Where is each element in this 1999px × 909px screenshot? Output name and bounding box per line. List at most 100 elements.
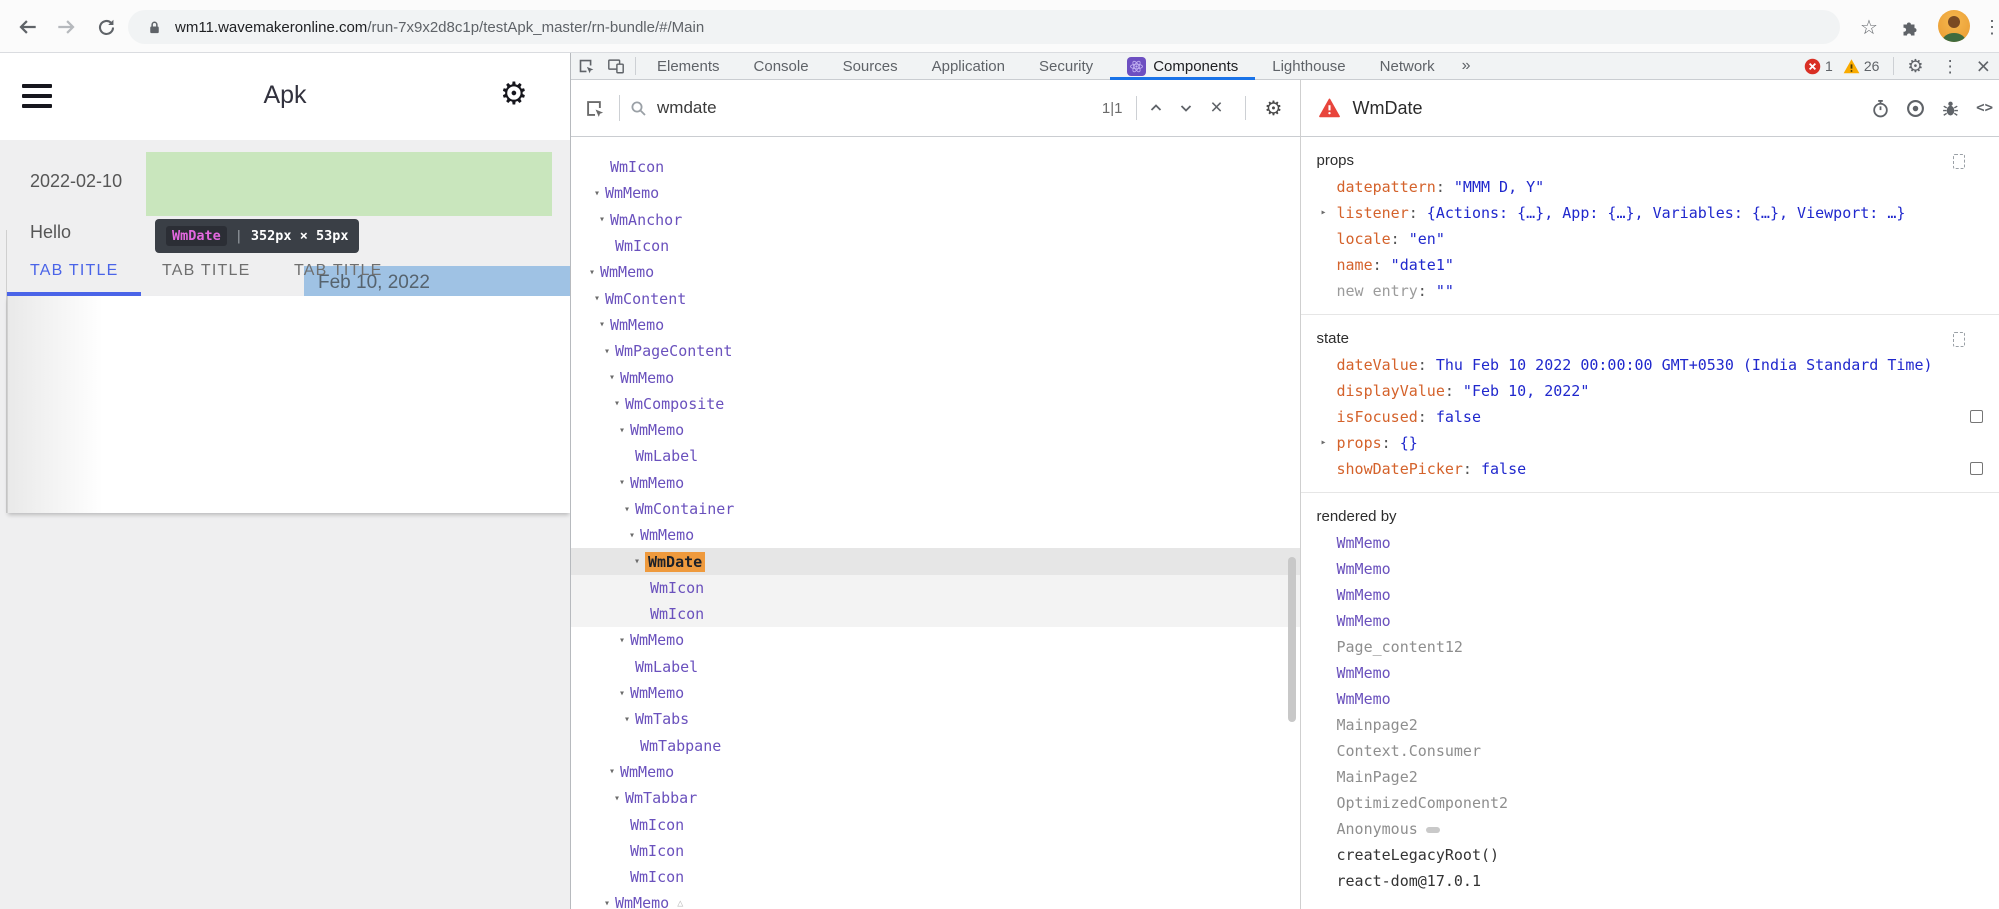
tree-row-wmicon-25[interactable]: WmIcon: [571, 811, 1300, 837]
boolean-checkbox[interactable]: [1970, 410, 1983, 423]
tree-row-wmmemo-18[interactable]: ▾WmMemo: [571, 627, 1300, 653]
prop-value[interactable]: "": [1436, 282, 1454, 300]
prop-value[interactable]: "en": [1409, 230, 1445, 248]
tree-row-wmmemo-28[interactable]: ▾WmMemo△: [571, 890, 1300, 909]
warning-icon[interactable]: [1843, 58, 1860, 75]
tree-expand-arrow-icon[interactable]: ▾: [614, 477, 630, 488]
extensions-puzzle-icon[interactable]: [1895, 13, 1923, 41]
prop-value[interactable]: {}: [1400, 434, 1418, 452]
devtools-tab-network[interactable]: Network: [1363, 53, 1452, 80]
devtools-tab-elements[interactable]: Elements: [640, 53, 737, 80]
prop-key[interactable]: showDatePicker: [1336, 460, 1462, 478]
forward-icon[interactable]: [52, 13, 80, 41]
tree-row-wmdate-15[interactable]: ▾WmDate: [571, 548, 1300, 574]
rendered-by-item[interactable]: WmMemo: [1301, 660, 1999, 686]
prop-key[interactable]: props: [1336, 434, 1381, 452]
inspect-dom-eye-icon[interactable]: [1906, 99, 1925, 118]
search-input[interactable]: wmdate: [657, 98, 1102, 118]
boolean-checkbox[interactable]: [1970, 462, 1983, 475]
tree-row-wmmemo-14[interactable]: ▾WmMemo: [571, 522, 1300, 548]
tree-row-wmicon-0[interactable]: WmIcon: [571, 154, 1300, 180]
tree-expand-arrow-icon[interactable]: ▾: [599, 898, 615, 909]
tree-row-wmicon-17[interactable]: WmIcon: [571, 601, 1300, 627]
tree-expand-arrow-icon[interactable]: ▾: [589, 188, 605, 199]
tree-row-wmmemo-1[interactable]: ▾WmMemo: [571, 180, 1300, 206]
next-match-chevron-down-icon[interactable]: [1171, 95, 1201, 121]
bookmark-star-icon[interactable]: ☆: [1855, 13, 1883, 41]
tree-row-wmicon-27[interactable]: WmIcon: [571, 864, 1300, 890]
reload-icon[interactable]: [92, 13, 120, 41]
tree-scrollbar[interactable]: [1288, 557, 1296, 722]
more-tabs-chevron[interactable]: »: [1452, 57, 1481, 75]
tree-expand-arrow-icon[interactable]: ▾: [629, 556, 645, 567]
tree-expand-arrow-icon[interactable]: ▾: [619, 504, 635, 515]
devtools-menu-icon[interactable]: ⋮: [1933, 58, 1968, 75]
prop-value[interactable]: {Actions: {…}, App: {…}, Variables: {…},…: [1427, 204, 1906, 222]
prop-key[interactable]: listener: [1336, 204, 1408, 222]
tree-expand-arrow-icon[interactable]: ▾: [584, 267, 600, 278]
prop-key[interactable]: new entry: [1336, 282, 1417, 300]
tree-row-wmpagecontent-7[interactable]: ▾WmPageContent: [571, 338, 1300, 364]
components-inspect-icon[interactable]: [579, 95, 609, 121]
prop-value[interactable]: "date1": [1391, 256, 1454, 274]
prop-value[interactable]: "MMM D, Y": [1454, 178, 1544, 196]
rendered-by-item[interactable]: WmMemo: [1301, 608, 1999, 634]
back-icon[interactable]: [14, 13, 42, 41]
tree-row-wmicon-16[interactable]: WmIcon: [571, 575, 1300, 601]
components-settings-gear-icon[interactable]: ⚙: [1258, 95, 1288, 121]
tree-expand-arrow-icon[interactable]: ▾: [614, 425, 630, 436]
tree-expand-arrow-icon[interactable]: ▾: [594, 214, 610, 225]
tree-row-wmmemo-10[interactable]: ▾WmMemo: [571, 417, 1300, 443]
rendered-by-item[interactable]: WmMemo: [1301, 686, 1999, 712]
error-icon[interactable]: [1804, 58, 1821, 75]
devtools-tab-components[interactable]: Components: [1110, 53, 1255, 80]
expand-arrow-icon[interactable]: ▸: [1320, 430, 1326, 456]
rendered-by-item[interactable]: WmMemo: [1301, 582, 1999, 608]
devtools-tab-lighthouse[interactable]: Lighthouse: [1255, 53, 1362, 80]
devtools-tab-application[interactable]: Application: [915, 53, 1022, 80]
tree-row-wmlabel-11[interactable]: WmLabel: [571, 443, 1300, 469]
rendered-by-item[interactable]: WmMemo: [1301, 556, 1999, 582]
prop-key[interactable]: isFocused: [1336, 408, 1417, 426]
tree-expand-arrow-icon[interactable]: ▾: [614, 688, 630, 699]
suspense-timer-icon[interactable]: [1871, 99, 1890, 118]
preview-tab-2[interactable]: TAB TITLE: [162, 262, 264, 296]
tree-row-wmmemo-20[interactable]: ▾WmMemo: [571, 680, 1300, 706]
tree-row-wmtabpane-22[interactable]: WmTabpane: [571, 733, 1300, 759]
devtools-tab-security[interactable]: Security: [1022, 53, 1110, 80]
copy-to-clipboard-icon[interactable]: [1953, 332, 1965, 347]
tree-row-wmcontainer-13[interactable]: ▾WmContainer: [571, 496, 1300, 522]
tree-row-wmicon-26[interactable]: WmIcon: [571, 838, 1300, 864]
tree-row-wmanchor-2[interactable]: ▾WmAnchor: [571, 207, 1300, 233]
devtools-settings-gear-icon[interactable]: ⚙: [1898, 57, 1932, 75]
tree-expand-arrow-icon[interactable]: ▾: [609, 793, 625, 804]
tree-row-wmmemo-23[interactable]: ▾WmMemo: [571, 759, 1300, 785]
tree-expand-arrow-icon[interactable]: ▾: [604, 372, 620, 383]
rendered-by-item[interactable]: WmMemo: [1301, 530, 1999, 556]
tree-row-wmmemo-4[interactable]: ▾WmMemo: [571, 259, 1300, 285]
prop-key[interactable]: locale: [1336, 230, 1390, 248]
url-bar[interactable]: wm11.wavemakeronline.com/run-7x9x2d8c1p/…: [128, 10, 1840, 44]
tree-row-wmmemo-12[interactable]: ▾WmMemo: [571, 470, 1300, 496]
tree-expand-arrow-icon[interactable]: ▾: [624, 530, 640, 541]
tree-row-wmmemo-8[interactable]: ▾WmMemo: [571, 364, 1300, 390]
inspect-element-icon[interactable]: [571, 53, 601, 79]
tree-expand-arrow-icon[interactable]: ▾: [594, 319, 610, 330]
tree-expand-arrow-icon[interactable]: ▾: [614, 635, 630, 646]
browser-menu-icon[interactable]: ⋮: [1978, 13, 1999, 41]
devtools-tab-sources[interactable]: Sources: [826, 53, 915, 80]
prop-key[interactable]: name: [1336, 256, 1372, 274]
tree-expand-arrow-icon[interactable]: ▾: [609, 398, 625, 409]
prop-value[interactable]: false: [1436, 408, 1481, 426]
preview-tab-1[interactable]: TAB TITLE: [30, 262, 132, 296]
preview-tab-3[interactable]: TAB TITLE: [294, 262, 396, 296]
device-toolbar-icon[interactable]: [601, 53, 631, 79]
tree-expand-arrow-icon[interactable]: ▾: [619, 714, 635, 725]
tree-expand-arrow-icon[interactable]: ▾: [604, 766, 620, 777]
tree-row-wmcontent-5[interactable]: ▾WmContent: [571, 285, 1300, 311]
prop-key[interactable]: displayValue: [1336, 382, 1444, 400]
clear-search-icon[interactable]: ×: [1201, 95, 1231, 121]
tree-row-wmicon-3[interactable]: WmIcon: [571, 233, 1300, 259]
expand-arrow-icon[interactable]: ▸: [1320, 200, 1326, 226]
profile-avatar[interactable]: [1938, 10, 1970, 42]
